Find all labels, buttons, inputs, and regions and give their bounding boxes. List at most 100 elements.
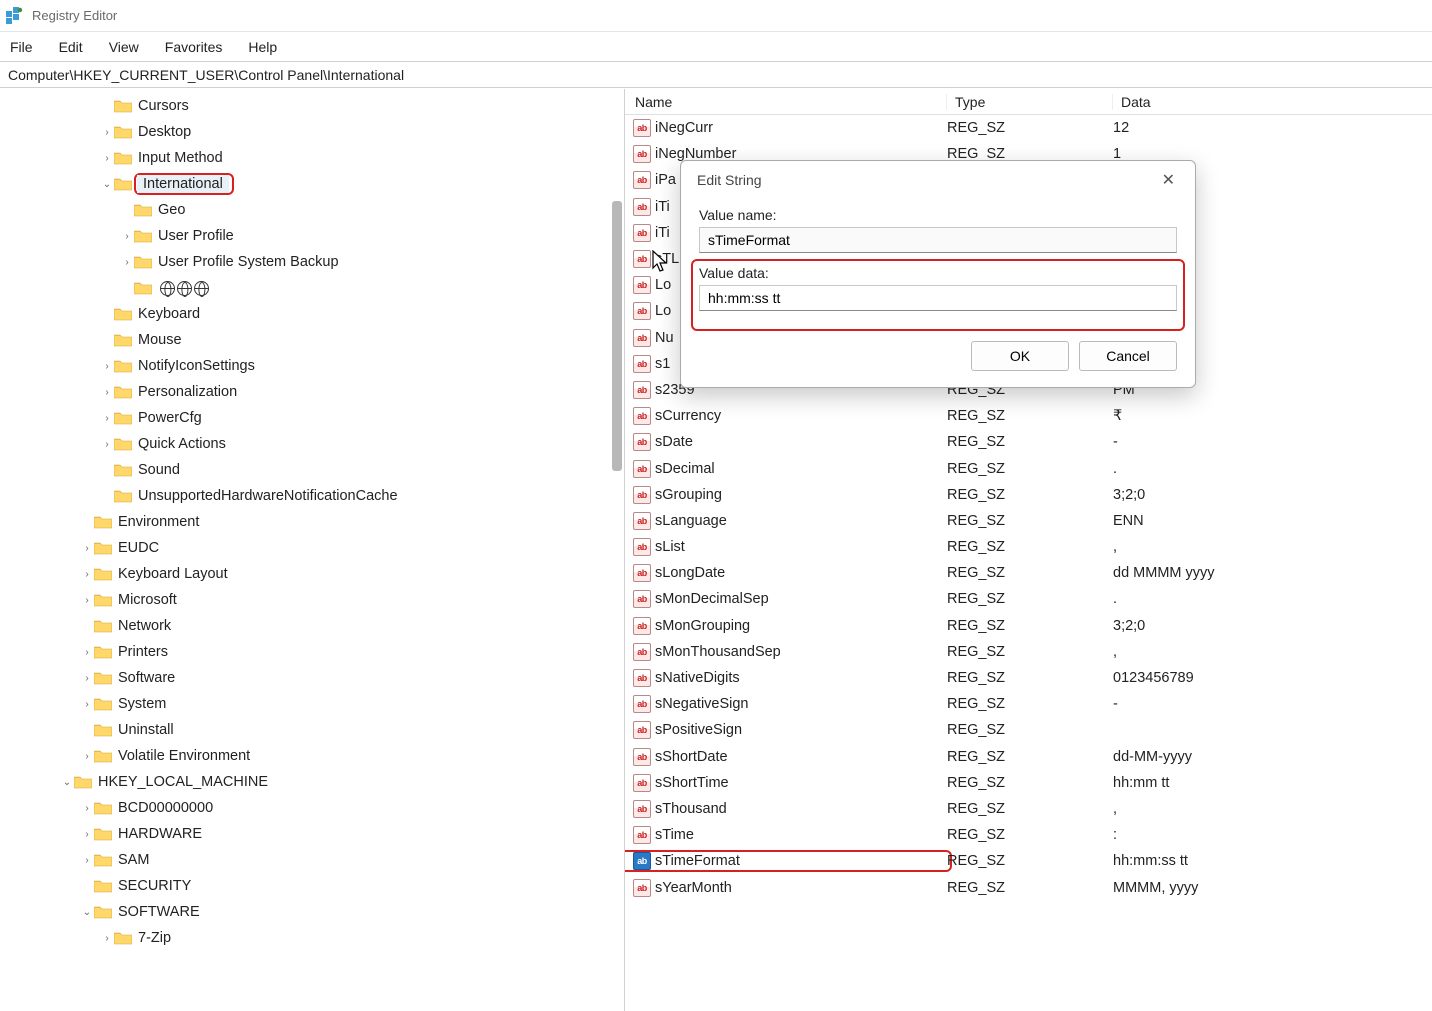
chevron-right-icon[interactable]: › xyxy=(80,593,94,607)
tree-node[interactable]: Network xyxy=(0,613,624,639)
list-row[interactable]: absShortTimeREG_SZhh:mm tt xyxy=(625,770,1432,796)
tree-node[interactable]: ›7-Zip xyxy=(0,925,624,951)
value-data: dd-MM-yyyy xyxy=(1113,749,1432,765)
tree-node[interactable]: UnsupportedHardwareNotificationCache xyxy=(0,483,624,509)
tree-node[interactable] xyxy=(0,275,624,301)
list-row[interactable]: absNegativeSignREG_SZ- xyxy=(625,691,1432,717)
menu-favorites[interactable]: Favorites xyxy=(165,39,223,55)
menu-file[interactable]: File xyxy=(10,39,33,55)
address-bar[interactable]: Computer\HKEY_CURRENT_USER\Control Panel… xyxy=(0,62,1432,88)
list-row[interactable]: absMonGroupingREG_SZ3;2;0 xyxy=(625,613,1432,639)
folder-icon xyxy=(94,905,112,919)
tree-node[interactable]: › HARDWARE xyxy=(0,821,624,847)
tree-node[interactable]: ›SAM xyxy=(0,847,624,873)
tree-node[interactable]: ⌄HKEY_LOCAL_MACHINE xyxy=(0,769,624,795)
chevron-right-icon[interactable]: › xyxy=(100,931,114,945)
value-data: , xyxy=(1113,801,1432,817)
list-row[interactable]: absMonDecimalSepREG_SZ. xyxy=(625,586,1432,612)
chevron-right-icon[interactable]: › xyxy=(100,385,114,399)
list-row[interactable]: absCurrencyREG_SZ₹ xyxy=(625,403,1432,429)
string-value-icon: ab xyxy=(633,826,651,844)
list-row[interactable]: absMonThousandSepREG_SZ, xyxy=(625,639,1432,665)
tree-node[interactable]: ›BCD00000000 xyxy=(0,795,624,821)
chevron-right-icon[interactable]: › xyxy=(80,671,94,685)
col-type[interactable]: Type xyxy=(947,94,1113,110)
col-name[interactable]: Name xyxy=(625,94,947,110)
col-data[interactable]: Data xyxy=(1113,94,1432,110)
menu-help[interactable]: Help xyxy=(248,39,277,55)
list-row[interactable]: absNativeDigitsREG_SZ0123456789 xyxy=(625,665,1432,691)
tree-node[interactable]: ›Quick Actions xyxy=(0,431,624,457)
chevron-right-icon[interactable]: › xyxy=(100,125,114,139)
chevron-right-icon[interactable]: › xyxy=(80,541,94,555)
folder-icon xyxy=(94,801,112,815)
tree-node[interactable]: Uninstall xyxy=(0,717,624,743)
chevron-right-icon[interactable]: › xyxy=(100,151,114,165)
value-name: sMonDecimalSep xyxy=(655,591,946,607)
tree-node[interactable]: ›Keyboard Layout xyxy=(0,561,624,587)
list-row[interactable]: abiNegCurrREG_SZ12 xyxy=(625,115,1432,141)
chevron-down-icon[interactable]: ⌄ xyxy=(60,775,74,789)
chevron-right-icon[interactable]: › xyxy=(80,801,94,815)
list-row[interactable]: absTimeFormatREG_SZhh:mm:ss tt xyxy=(625,848,1432,874)
chevron-down-icon[interactable]: ⌄ xyxy=(80,905,94,919)
list-row[interactable]: absShortDateREG_SZdd-MM-yyyy xyxy=(625,744,1432,770)
chevron-right-icon[interactable]: › xyxy=(100,359,114,373)
tree-pane[interactable]: Cursors›Desktop›Input Method⌄Internation… xyxy=(0,89,625,1011)
list-row[interactable]: absLongDateREG_SZdd MMMM yyyy xyxy=(625,560,1432,586)
chevron-right-icon[interactable]: › xyxy=(80,749,94,763)
list-row[interactable]: absPositiveSignREG_SZ xyxy=(625,717,1432,743)
tree-node[interactable]: ›Desktop xyxy=(0,119,624,145)
tree-node[interactable]: ›Software xyxy=(0,665,624,691)
tree-node[interactable]: Sound xyxy=(0,457,624,483)
list-row[interactable]: absThousandREG_SZ, xyxy=(625,796,1432,822)
list-row[interactable]: absYearMonthREG_SZMMMM, yyyy xyxy=(625,874,1432,900)
menu-view[interactable]: View xyxy=(109,39,139,55)
menu-edit[interactable]: Edit xyxy=(59,39,83,55)
tree-node[interactable]: ›NotifyIconSettings xyxy=(0,353,624,379)
close-icon[interactable]: ✕ xyxy=(1154,166,1183,194)
chevron-right-icon[interactable]: › xyxy=(120,255,134,269)
scrollbar-thumb[interactable] xyxy=(612,201,622,471)
tree-node-label: HARDWARE xyxy=(118,826,202,842)
value-name-input[interactable] xyxy=(699,227,1177,253)
chevron-right-icon[interactable]: › xyxy=(80,697,94,711)
list-row[interactable]: absDateREG_SZ- xyxy=(625,429,1432,455)
tree-node[interactable]: ›Microsoft xyxy=(0,587,624,613)
tree-node[interactable]: ›User Profile xyxy=(0,223,624,249)
tree-node[interactable]: ›Input Method xyxy=(0,145,624,171)
tree-node[interactable]: ›PowerCfg xyxy=(0,405,624,431)
cancel-button[interactable]: Cancel xyxy=(1079,341,1177,371)
list-row[interactable]: absGroupingREG_SZ3;2;0 xyxy=(625,482,1432,508)
tree-node[interactable]: ›Personalization xyxy=(0,379,624,405)
chevron-right-icon[interactable]: › xyxy=(80,853,94,867)
tree-node[interactable]: SECURITY xyxy=(0,873,624,899)
tree-node[interactable]: ›Printers xyxy=(0,639,624,665)
value-type: REG_SZ xyxy=(947,801,1113,817)
chevron-right-icon[interactable]: › xyxy=(100,411,114,425)
list-row[interactable]: absDecimalREG_SZ. xyxy=(625,455,1432,481)
ok-button[interactable]: OK xyxy=(971,341,1069,371)
value-data: , xyxy=(1113,644,1432,660)
tree-node[interactable]: ›User Profile System Backup xyxy=(0,249,624,275)
chevron-right-icon[interactable]: › xyxy=(80,827,94,841)
value-data-input[interactable] xyxy=(699,285,1177,311)
list-row[interactable]: absTimeREG_SZ: xyxy=(625,822,1432,848)
list-row[interactable]: absListREG_SZ, xyxy=(625,534,1432,560)
tree-node[interactable]: ⌄SOFTWARE xyxy=(0,899,624,925)
tree-node[interactable]: Environment xyxy=(0,509,624,535)
chevron-right-icon[interactable]: › xyxy=(120,229,134,243)
chevron-right-icon[interactable]: › xyxy=(100,437,114,451)
tree-node[interactable]: Geo xyxy=(0,197,624,223)
chevron-right-icon[interactable]: › xyxy=(80,645,94,659)
tree-node[interactable]: ⌄International xyxy=(0,171,624,197)
tree-node[interactable]: Cursors xyxy=(0,93,624,119)
tree-node[interactable]: Keyboard xyxy=(0,301,624,327)
chevron-down-icon[interactable]: ⌄ xyxy=(100,177,114,191)
list-row[interactable]: absLanguageREG_SZENN xyxy=(625,508,1432,534)
chevron-right-icon[interactable]: › xyxy=(80,567,94,581)
tree-node[interactable]: ›System xyxy=(0,691,624,717)
tree-node[interactable]: Mouse xyxy=(0,327,624,353)
tree-node[interactable]: ›Volatile Environment xyxy=(0,743,624,769)
tree-node[interactable]: ›EUDC xyxy=(0,535,624,561)
